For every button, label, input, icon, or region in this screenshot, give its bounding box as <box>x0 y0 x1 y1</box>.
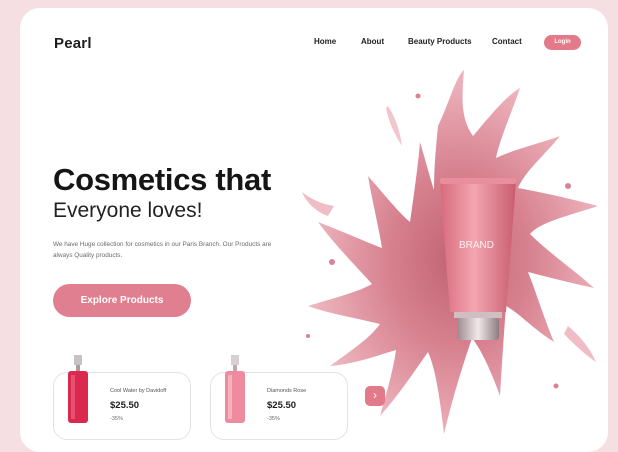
brand-logo[interactable]: Pearl <box>54 35 92 52</box>
login-button[interactable]: Login <box>544 35 581 50</box>
perfume-bottle-icon <box>68 355 88 423</box>
product-price: $25.50 <box>267 400 297 411</box>
product-discount: -35% <box>110 416 123 422</box>
product-brand-label: BRAND <box>459 240 494 251</box>
hero-subtitle: Everyone loves! <box>53 199 203 222</box>
chevron-right-icon: › <box>373 388 377 402</box>
perfume-bottle-icon <box>225 355 245 423</box>
page-card: Pearl Home About Beauty Products Contact… <box>20 8 608 452</box>
product-card[interactable]: Cool Water by Davidoff $25.50 -35% <box>53 355 191 440</box>
nav-home[interactable]: Home <box>314 37 336 46</box>
product-price: $25.50 <box>110 400 140 411</box>
hero-description: We have Huge collection for cosmetics in… <box>53 241 272 259</box>
nav-about[interactable]: About <box>361 37 384 46</box>
hero-title: Cosmetics that <box>53 162 272 197</box>
product-name: Diamonds Rose <box>267 388 307 394</box>
explore-products-button[interactable]: Explore Products <box>53 284 191 317</box>
nav-contact[interactable]: Contact <box>492 37 522 46</box>
nav-beauty-products[interactable]: Beauty Products <box>408 37 472 46</box>
product-card[interactable]: Diamonds Rose $25.50 -35% <box>210 355 348 440</box>
product-discount: -35% <box>267 416 280 422</box>
next-products-button[interactable]: › <box>365 386 385 406</box>
product-name: Cool Water by Davidoff <box>110 388 167 394</box>
